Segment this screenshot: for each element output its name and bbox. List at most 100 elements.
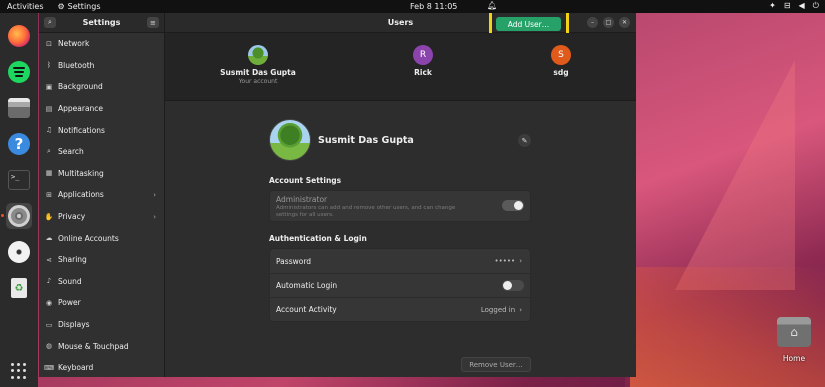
sidebar: ⌕ Settings ≡ ⊡ Network ᛒ Bluetooth ▣ Backgr… bbox=[39, 13, 165, 377]
user-chip-rick[interactable]: R Rick bbox=[378, 45, 468, 77]
administrator-description: Administrators can add and remove other … bbox=[276, 205, 456, 218]
account-activity-label: Account Activity bbox=[276, 305, 337, 314]
maximize-icon[interactable]: □ bbox=[603, 17, 614, 28]
app-menu-label: Settings bbox=[67, 2, 101, 11]
automatic-login-label: Automatic Login bbox=[276, 281, 338, 290]
top-bar: Activities ⚙ Settings Feb 8 11:05 🔔︎ ✦ ⊟… bbox=[0, 0, 825, 13]
clock[interactable]: Feb 8 11:05 bbox=[410, 2, 457, 11]
activities-button[interactable]: Activities bbox=[7, 2, 44, 11]
show-apps-grid-icon[interactable] bbox=[11, 363, 27, 379]
edit-pencil-icon[interactable]: ✎ bbox=[518, 134, 531, 147]
password-dots: ••••• bbox=[494, 257, 516, 265]
desktop-home-icon[interactable]: ⌂ Home bbox=[772, 317, 816, 363]
gear-icon: ⚙ bbox=[57, 2, 65, 11]
sidebar-item-label: Search bbox=[58, 147, 84, 157]
user-name: Rick bbox=[414, 68, 432, 77]
sidebar-item-bluetooth[interactable]: ᛒ Bluetooth bbox=[39, 55, 164, 77]
notification-bell-icon[interactable]: 🔔︎ bbox=[487, 1, 497, 10]
sidebar-item-label: Mouse & Touchpad bbox=[58, 341, 129, 351]
hamburger-menu-icon[interactable]: ≡ bbox=[146, 17, 159, 28]
app-menu[interactable]: ⚙ Settings bbox=[58, 2, 101, 11]
sidebar-item-displays[interactable]: ▭ Displays bbox=[39, 314, 164, 336]
power-icon[interactable]: ⏻ bbox=[813, 1, 819, 11]
keyboard-icon: ⌨ bbox=[44, 363, 55, 372]
sidebar-item-label: Sharing bbox=[58, 255, 87, 265]
close-icon[interactable]: ✕ bbox=[619, 17, 630, 28]
dock-spotify[interactable] bbox=[6, 59, 32, 85]
sidebar-item-label: Bluetooth bbox=[58, 60, 95, 70]
sidebar-item-label: Multitasking bbox=[58, 168, 104, 178]
page-title: Users bbox=[387, 18, 414, 27]
dock-settings[interactable] bbox=[1, 203, 32, 229]
bluetooth-icon: ᛒ bbox=[46, 61, 52, 70]
sidebar-item-label: Network bbox=[58, 39, 90, 49]
sidebar-item-applications[interactable]: ⊞ Applications › bbox=[39, 184, 164, 206]
sidebar-item-label: Online Accounts bbox=[58, 233, 119, 243]
search-icon: ⌕ bbox=[47, 147, 51, 156]
network-icon[interactable]: ⊟ bbox=[784, 1, 791, 11]
sidebar-item-keyboard[interactable]: ⌨ Keyboard bbox=[39, 357, 164, 377]
dock-disc[interactable] bbox=[6, 239, 32, 265]
user-chip-sdg[interactable]: S sdg bbox=[516, 45, 606, 77]
search-icon[interactable]: ⌕ bbox=[44, 17, 56, 28]
user-name: sdg bbox=[553, 68, 569, 77]
profile-header: Susmit Das Gupta ✎ bbox=[269, 115, 531, 165]
dock-help[interactable]: ? bbox=[6, 131, 32, 157]
sharing-icon: ⋖ bbox=[46, 255, 52, 264]
sidebar-item-label: Background bbox=[58, 82, 103, 92]
sidebar-item-appearance[interactable]: ▤ Appearance bbox=[39, 98, 164, 120]
automatic-login-toggle[interactable] bbox=[502, 280, 524, 291]
account-settings-box: Administrator Administrators can add and… bbox=[269, 190, 531, 222]
sidebar-item-label: Privacy bbox=[58, 212, 86, 222]
sidebar-title: Settings bbox=[82, 18, 121, 27]
sidebar-item-notifications[interactable]: ♫ Notifications bbox=[39, 119, 164, 141]
chevron-right-icon: › bbox=[519, 305, 522, 314]
sidebar-item-label: Power bbox=[58, 298, 81, 308]
sidebar-item-multitasking[interactable]: ▦ Multitasking bbox=[39, 163, 164, 185]
sidebar-item-mouse-touchpad[interactable]: ◍ Mouse & Touchpad bbox=[39, 335, 164, 357]
avatar[interactable] bbox=[269, 119, 311, 161]
sidebar-item-background[interactable]: ▣ Background bbox=[39, 76, 164, 98]
sidebar-item-privacy[interactable]: ✋ Privacy › bbox=[39, 206, 164, 228]
user-chip-susmit[interactable]: Susmit Das Gupta Your account bbox=[213, 45, 303, 85]
sidebar-item-sharing[interactable]: ⋖ Sharing bbox=[39, 249, 164, 271]
administrator-toggle[interactable] bbox=[502, 200, 524, 211]
files-icon bbox=[8, 98, 30, 118]
minimize-icon[interactable]: – bbox=[587, 17, 598, 28]
avatar bbox=[248, 45, 268, 65]
remove-user-button[interactable]: Remove User… bbox=[461, 357, 531, 372]
terminal-icon: >_ bbox=[8, 170, 30, 190]
avatar: R bbox=[413, 45, 433, 65]
chevron-right-icon: › bbox=[153, 190, 156, 199]
users-panel: Users Add User… – □ ✕ Susmit Das Gupta Y… bbox=[165, 13, 636, 377]
dock-trash[interactable]: ♻ bbox=[6, 275, 32, 301]
appearance-icon: ▤ bbox=[45, 104, 53, 113]
sidebar-item-online-accounts[interactable]: ☁ Online Accounts bbox=[39, 227, 164, 249]
volume-icon[interactable]: ◀ bbox=[799, 1, 805, 11]
auth-title: Authentication & Login bbox=[269, 234, 367, 243]
user-details: Susmit Das Gupta ✎ Account Settings Admi… bbox=[269, 115, 531, 372]
sidebar-item-search[interactable]: ⌕ Search bbox=[39, 141, 164, 163]
system-tray[interactable]: ✦ ⊟ ◀ ⏻ bbox=[769, 1, 819, 11]
password-value: ••••• › bbox=[495, 257, 522, 265]
dock: ? >_ ♻ bbox=[0, 13, 38, 387]
dock-terminal[interactable]: >_ bbox=[6, 167, 32, 193]
sidebar-item-network[interactable]: ⊡ Network bbox=[39, 33, 164, 55]
account-activity-value: Logged in › bbox=[481, 306, 522, 314]
help-icon: ? bbox=[8, 133, 30, 155]
sidebar-item-power[interactable]: ◉ Power bbox=[39, 292, 164, 314]
account-activity-row[interactable]: Account Activity Logged in › bbox=[270, 297, 530, 321]
password-row[interactable]: Password ••••• › bbox=[270, 249, 530, 273]
administrator-row: Administrator Administrators can add and… bbox=[270, 191, 530, 221]
user-name: Susmit Das Gupta bbox=[220, 68, 296, 77]
sidebar-item-sound[interactable]: ♪ Sound bbox=[39, 271, 164, 293]
account-activity-status: Logged in bbox=[480, 305, 516, 314]
accessibility-icon[interactable]: ✦ bbox=[769, 1, 776, 11]
dock-files[interactable] bbox=[6, 95, 32, 121]
trash-icon: ♻ bbox=[11, 278, 27, 298]
administrator-label: Administrator bbox=[276, 195, 328, 204]
dock-firefox[interactable] bbox=[6, 23, 32, 49]
user-subtitle: Your account bbox=[238, 78, 278, 85]
home-label: Home bbox=[782, 354, 806, 363]
sidebar-nav: ⊡ Network ᛒ Bluetooth ▣ Background ▤ Appeara… bbox=[39, 33, 164, 377]
